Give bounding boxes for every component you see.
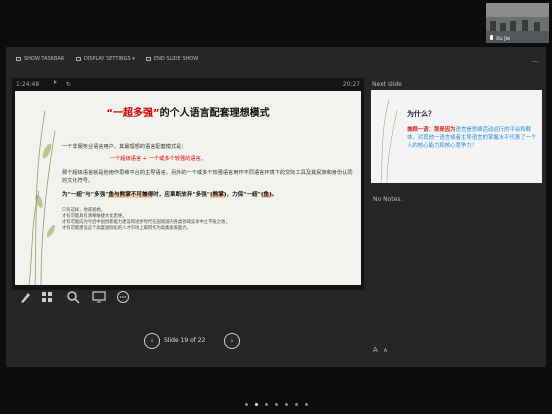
next-slide-button[interactable]: ›	[224, 333, 240, 349]
slide-line: 一个非服务业语言用户，其最理想的语言配套模式是：	[62, 144, 187, 150]
next-slide-label: Next slide	[372, 81, 402, 88]
next-slide-preview[interactable]: 为什么？ 兼顾一语：那是因为语言是思维活动运行的平台和载体，对其他一语言或者主导…	[371, 90, 542, 183]
notes-font-controls: A A	[373, 346, 387, 354]
increase-font-button[interactable]: A	[373, 346, 378, 354]
slide-tools	[14, 290, 134, 306]
stop-icon	[146, 57, 151, 61]
zoom-icon[interactable]	[66, 290, 80, 304]
slide-body: 一个非服务业语言用户，其最理想的语言配套模式是： 一个超级语言 + 一个或多个较…	[62, 143, 354, 232]
slide-emphasis-line: 为“一超”与“多强”鱼与熊掌不可兼得时，应果断放弃“多强”(熊掌)，力保“一超”…	[62, 192, 278, 198]
pen-icon[interactable]	[18, 290, 32, 304]
page-indicator	[0, 400, 552, 408]
grid-icon[interactable]	[40, 290, 54, 304]
monitor-icon	[76, 57, 81, 61]
slide-counter[interactable]: Slide 19 of 22	[164, 337, 205, 344]
show-taskbar-label: SHOW TASKBAR	[24, 56, 65, 62]
page-dot[interactable]	[274, 402, 278, 406]
current-slide[interactable]: “一超多强”的个人语言配套理想模式 一个非服务业语言用户，其最理想的语言配套模式…	[15, 91, 361, 285]
slide-decoration	[28, 110, 56, 285]
presenter-toolbar: SHOW TASKBAR DISPLAY SETTINGS ▾ END SLID…	[6, 52, 546, 66]
page-dot[interactable]	[284, 402, 288, 406]
show-taskbar-button[interactable]: SHOW TASKBAR	[16, 56, 64, 62]
page-dot-active[interactable]	[254, 402, 258, 406]
previous-slide-button[interactable]: ‹	[144, 333, 160, 349]
page-dot[interactable]	[294, 402, 298, 406]
restart-icon[interactable]: ↻	[66, 81, 71, 88]
slide-note-line: 才有可能建设这个高度国际化的人才市场上取得作为高素质家能力。	[62, 226, 191, 231]
end-slideshow-button[interactable]: END SLIDE SHOW	[146, 56, 198, 62]
display-settings-label: DISPLAY SETTINGS ▾	[84, 56, 135, 62]
display-settings-button[interactable]: DISPLAY SETTINGS ▾	[76, 56, 135, 62]
pause-icon[interactable]	[54, 80, 58, 84]
next-slide-decoration	[380, 99, 398, 183]
clock-time: 20:27	[342, 81, 360, 88]
timer-bar: 1:24:48 ↻ 20:27	[14, 80, 362, 90]
slide-notes-block: 只有这样，他或者她， 才有可能具有清晰敏捷大化思维， 才有可能成为今后中国创新能…	[62, 208, 354, 232]
page-dot[interactable]	[264, 402, 268, 406]
video-thumbnail[interactable]: Xu Jie	[486, 3, 549, 43]
slide-navigation: ‹ Slide 19 of 22 ›	[140, 333, 242, 351]
slide-line-red: 一个超级语言 + 一个或多个较强的语言。	[110, 156, 206, 162]
slide-paragraph: 那个超级语言就是他用作思维平台的主导语言。另外的一个或多个较强语言用作不同语言环…	[62, 170, 353, 184]
decrease-font-button[interactable]: A	[384, 348, 387, 354]
end-slideshow-label: END SLIDE SHOW	[154, 56, 199, 62]
page-dot[interactable]	[244, 402, 248, 406]
slide-title: “一超多强”的个人语言配套理想模式	[106, 108, 270, 119]
more-options-button[interactable]: ···	[532, 58, 539, 66]
microphone-icon	[490, 35, 493, 40]
speaker-notes[interactable]: No Notes.	[373, 196, 402, 203]
elapsed-timer: 1:24:48	[16, 81, 40, 88]
participant-name: Xu Jie	[496, 36, 511, 42]
screen-icon[interactable]	[92, 290, 106, 304]
next-slide-title: 为什么？	[407, 110, 435, 118]
more-tools-icon[interactable]	[116, 290, 130, 304]
page-dot[interactable]	[304, 402, 308, 406]
next-slide-body: 兼顾一语：那是因为语言是思维活动运行的平台和载体，对其他一语言或者主导语言的掌握…	[407, 127, 537, 149]
taskbar-icon	[16, 57, 21, 61]
